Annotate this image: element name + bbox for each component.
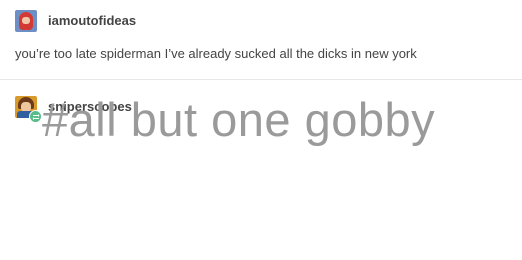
- post-header: iamoutofideas: [15, 10, 136, 32]
- avatar-face: [22, 17, 30, 24]
- post-body-text: you’re too late spiderman I’ve already s…: [15, 46, 417, 61]
- avatar[interactable]: [15, 96, 42, 123]
- avatar[interactable]: [15, 10, 37, 32]
- post-tag[interactable]: #all but one gobby: [42, 93, 435, 147]
- username[interactable]: iamoutofideas: [48, 13, 136, 29]
- reblog-arrows-icon: [32, 113, 39, 120]
- post-iamoutofideas: iamoutofideas you’re too late spiderman …: [0, 0, 522, 79]
- reblog-icon: [29, 110, 42, 123]
